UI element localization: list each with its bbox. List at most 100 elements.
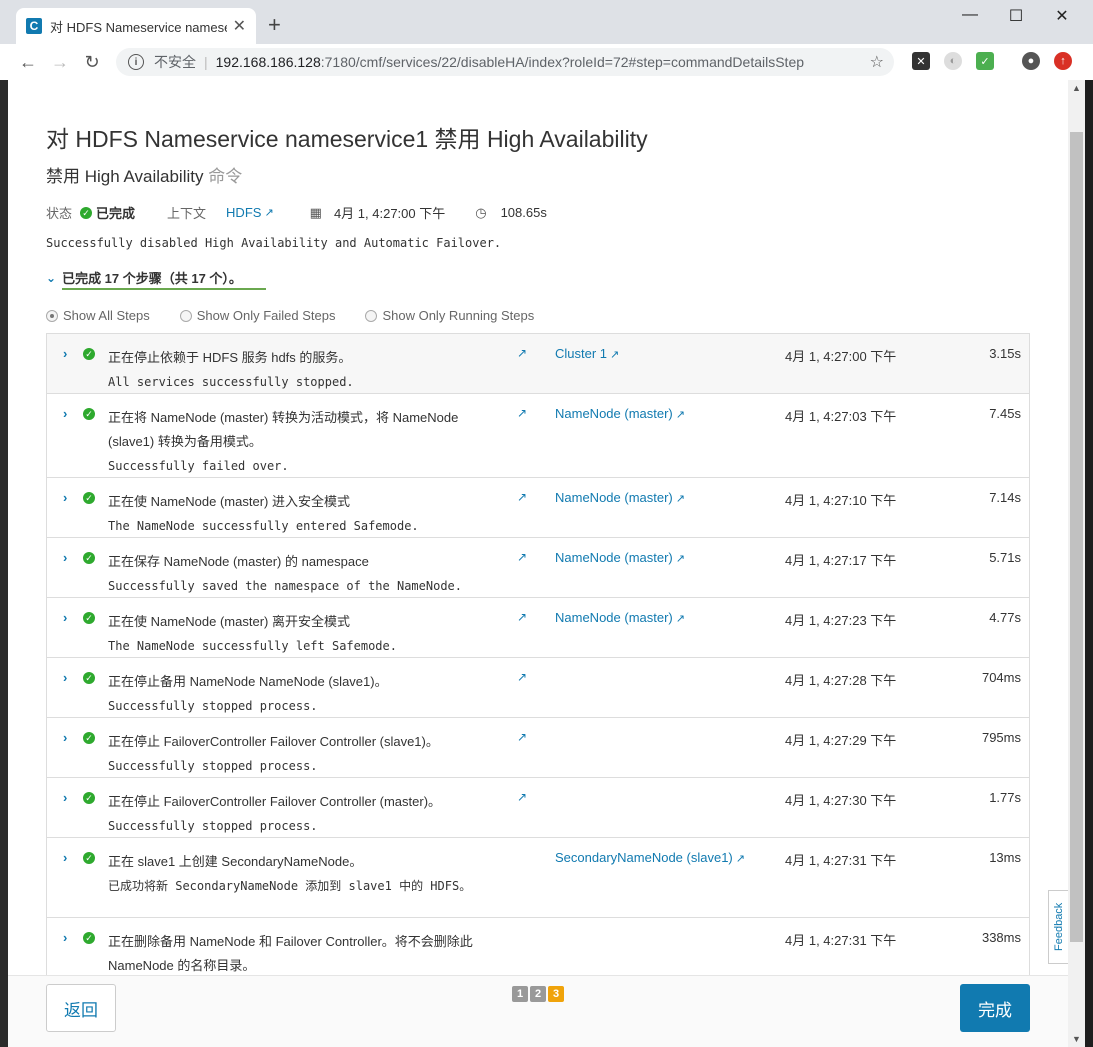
- page-title: 对 HDFS Nameservice nameservice1 禁用 High …: [46, 126, 648, 152]
- table-row[interactable]: › ✓ 正在保存 NameNode (master) 的 namespace Su…: [46, 538, 1030, 598]
- new-tab-icon[interactable]: +: [268, 12, 281, 38]
- chevron-right-icon[interactable]: ›: [63, 346, 67, 361]
- success-check-icon: ✓: [83, 672, 95, 684]
- chevron-right-icon[interactable]: ›: [63, 930, 67, 945]
- step-time: 4月 1, 4:27:23 下午: [785, 613, 897, 628]
- step-time: 4月 1, 4:27:29 下午: [785, 733, 897, 748]
- step-duration: 7.45s: [989, 406, 1021, 421]
- forward-arrow-icon[interactable]: →: [46, 52, 74, 73]
- address-bar[interactable]: i 不安全 | 192.168.186.128 :7180/cmf/servic…: [116, 48, 894, 76]
- step-result: Successfully stopped process.: [108, 699, 318, 713]
- external-link-icon[interactable]: ↗: [517, 406, 527, 420]
- update-icon[interactable]: ↑: [1054, 52, 1072, 70]
- url-path: :7180/cmf/services/22/disableHA/index?ro…: [320, 54, 805, 70]
- external-link-icon[interactable]: ↗: [517, 730, 527, 744]
- reload-icon[interactable]: ↻: [78, 52, 106, 73]
- external-link-icon[interactable]: ↗: [676, 492, 685, 505]
- duration: 108.65s: [500, 205, 547, 220]
- step-time: 4月 1, 4:27:28 下午: [785, 673, 897, 688]
- table-row[interactable]: › ✓ 正在停止依赖于 HDFS 服务 hdfs 的服务。 All service…: [46, 334, 1030, 394]
- external-link-icon[interactable]: ↗: [676, 408, 685, 421]
- table-row[interactable]: › ✓ 正在停止 FailoverController Failover Con…: [46, 778, 1030, 838]
- table-row[interactable]: › ✓ 正在删除备用 NameNode 和 Failover Controlle…: [46, 918, 1030, 976]
- step-target-link[interactable]: NameNode (master): [555, 406, 673, 421]
- external-link-icon[interactable]: ↗: [517, 490, 527, 504]
- external-link-icon[interactable]: ↗: [517, 790, 527, 804]
- status-label: 状态: [46, 206, 73, 221]
- pager-page-1[interactable]: 1: [512, 986, 528, 1002]
- filter-running-steps[interactable]: Show Only Running Steps: [365, 308, 534, 323]
- tab-close-icon[interactable]: ✕: [233, 16, 246, 36]
- start-time: 4月 1, 4:27:00 下午: [333, 206, 446, 221]
- table-row[interactable]: › ✓ 正在使 NameNode (master) 进入安全模式 The Name…: [46, 478, 1030, 538]
- external-link-icon[interactable]: ↗: [264, 206, 273, 219]
- table-row[interactable]: › ✓ 正在停止 FailoverController Failover Con…: [46, 718, 1030, 778]
- external-link-icon[interactable]: ↗: [676, 612, 685, 625]
- calendar-icon: ▦: [309, 204, 322, 220]
- step-description: 正在停止依赖于 HDFS 服务 hdfs 的服务。: [108, 350, 352, 365]
- external-link-icon[interactable]: ↗: [517, 610, 527, 624]
- steps-toggle[interactable]: ⌄ 已完成 17 个步骤（共 17 个）。: [46, 268, 266, 290]
- bookmark-star-icon[interactable]: ☆: [870, 52, 884, 72]
- step-target-link[interactable]: NameNode (master): [555, 550, 673, 565]
- external-link-icon[interactable]: ↗: [517, 346, 527, 360]
- back-arrow-icon[interactable]: ←: [14, 52, 42, 73]
- maximize-icon[interactable]: ☐: [1001, 6, 1031, 26]
- chevron-right-icon[interactable]: ›: [63, 490, 67, 505]
- step-target-link[interactable]: NameNode (master): [555, 490, 673, 505]
- step-time: 4月 1, 4:27:31 下午: [785, 933, 897, 948]
- step-description: 正在保存 NameNode (master) 的 namespace: [108, 554, 369, 569]
- scroll-down-icon[interactable]: ▼: [1068, 1034, 1085, 1044]
- context-link[interactable]: HDFS: [226, 205, 261, 220]
- step-result: All services successfully stopped.: [108, 375, 354, 389]
- browser-tab[interactable]: C 对 HDFS Nameservice nameservice1 禁用 Hig…: [16, 8, 256, 44]
- external-link-icon[interactable]: ↗: [517, 670, 527, 684]
- back-button[interactable]: 返回: [46, 984, 116, 1032]
- profile-avatar-icon[interactable]: ●: [1022, 52, 1040, 70]
- external-link-icon[interactable]: ↗: [736, 852, 745, 865]
- chevron-right-icon[interactable]: ›: [63, 730, 67, 745]
- chevron-right-icon[interactable]: ›: [63, 550, 67, 565]
- extension-color-icon[interactable]: ✓: [976, 52, 994, 70]
- chevron-right-icon[interactable]: ›: [63, 790, 67, 805]
- window-close-icon[interactable]: ✕: [1047, 6, 1077, 26]
- done-button[interactable]: 完成: [960, 984, 1030, 1032]
- scroll-up-icon[interactable]: ▲: [1068, 83, 1085, 93]
- minimize-icon[interactable]: —: [955, 6, 985, 24]
- extension-circle-icon[interactable]: ◐: [944, 52, 962, 70]
- scrollbar-thumb[interactable]: [1070, 132, 1083, 942]
- command-meta: 状态 ✓ 已完成 上下文 HDFS ↗ ▦ 4月 1, 4:27:00 下午 ◷…: [46, 203, 547, 222]
- table-row[interactable]: › ✓ 正在停止备用 NameNode NameNode (slave1)。 Su…: [46, 658, 1030, 718]
- step-description: 正在停止备用 NameNode NameNode (slave1)。: [108, 674, 388, 689]
- extension-x-icon[interactable]: ✕: [912, 52, 930, 70]
- external-link-icon[interactable]: ↗: [610, 348, 619, 361]
- step-target-link[interactable]: NameNode (master): [555, 610, 673, 625]
- disable-ha-dialog: 对 HDFS Nameservice nameservice1 禁用 High …: [8, 80, 1070, 1047]
- chevron-right-icon[interactable]: ›: [63, 670, 67, 685]
- page-scrollbar[interactable]: ▲ ▼: [1068, 80, 1085, 1047]
- pager-page-2[interactable]: 2: [530, 986, 546, 1002]
- step-target-link[interactable]: Cluster 1: [555, 346, 607, 361]
- table-row[interactable]: › ✓ 正在将 NameNode (master) 转换为活动模式，将 Name…: [46, 394, 1030, 478]
- step-time: 4月 1, 4:27:03 下午: [785, 409, 897, 424]
- step-target-link[interactable]: SecondaryNameNode (slave1): [555, 850, 733, 865]
- pager-page-3[interactable]: 3: [548, 986, 564, 1002]
- page-subtitle: 禁用 High Availability 命令: [46, 167, 243, 186]
- filter-all-steps[interactable]: Show All Steps: [46, 308, 150, 323]
- info-icon[interactable]: i: [128, 54, 144, 70]
- url-host: 192.168.186.128: [215, 54, 321, 70]
- external-link-icon[interactable]: ↗: [676, 552, 685, 565]
- external-link-icon[interactable]: ↗: [517, 550, 527, 564]
- step-duration: 5.71s: [989, 550, 1021, 565]
- step-duration: 7.14s: [989, 490, 1021, 505]
- status-value: 已完成: [96, 206, 136, 221]
- chevron-right-icon[interactable]: ›: [63, 610, 67, 625]
- table-row[interactable]: › ✓ 正在使 NameNode (master) 离开安全模式 The Name…: [46, 598, 1030, 658]
- step-duration: 795ms: [981, 730, 1021, 745]
- chevron-right-icon[interactable]: ›: [63, 850, 67, 865]
- table-row[interactable]: › ✓ 正在 slave1 上创建 SecondaryNameNode。 已成功将…: [46, 838, 1030, 918]
- dialog-footer: 返回 1 2 3 完成: [8, 975, 1068, 1047]
- filter-failed-steps[interactable]: Show Only Failed Steps: [179, 308, 335, 323]
- feedback-tab[interactable]: Feedback: [1048, 890, 1070, 964]
- chevron-right-icon[interactable]: ›: [63, 406, 67, 421]
